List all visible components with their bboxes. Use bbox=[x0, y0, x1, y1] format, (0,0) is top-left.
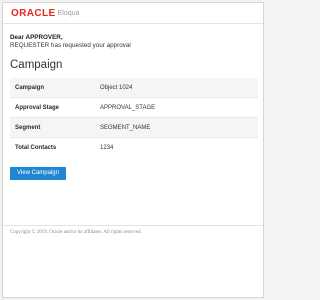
product-name: Eloqua bbox=[57, 10, 80, 17]
copyright-text: Copyright © 2019, Oracle and/or its affi… bbox=[10, 230, 142, 235]
oracle-logo: ORACLE bbox=[11, 7, 56, 19]
row-label: Segment bbox=[10, 117, 95, 138]
campaign-details-table: Campaign Object 1024 Approval Stage APPR… bbox=[10, 78, 258, 157]
row-label: Total Contacts bbox=[10, 137, 95, 157]
table-row: Approval Stage APPROVAL_STAGE bbox=[10, 97, 258, 118]
table-row: Total Contacts 1234 bbox=[10, 137, 258, 157]
email-body: Dear APPROVER, REQUESTER has requested y… bbox=[3, 34, 263, 180]
table-row: Segment SEGMENT_NAME bbox=[10, 117, 258, 138]
row-value: 1234 bbox=[95, 137, 258, 157]
row-label: Approval Stage bbox=[10, 97, 95, 118]
greeting-text: Dear APPROVER, bbox=[10, 34, 63, 41]
view-campaign-button[interactable]: View Campaign bbox=[10, 167, 66, 180]
row-value: SEGMENT_NAME bbox=[95, 117, 258, 138]
table-row: Campaign Object 1024 bbox=[10, 78, 258, 98]
row-label: Campaign bbox=[10, 78, 95, 98]
row-value: APPROVAL_STAGE bbox=[95, 97, 258, 118]
request-message: REQUESTER has requested your approval bbox=[10, 42, 131, 49]
row-value: Object 1024 bbox=[95, 78, 258, 98]
section-title: Campaign bbox=[10, 59, 63, 71]
email-card: ORACLE Eloqua Dear APPROVER, REQUESTER h… bbox=[2, 2, 264, 298]
email-header: ORACLE Eloqua bbox=[3, 3, 263, 24]
